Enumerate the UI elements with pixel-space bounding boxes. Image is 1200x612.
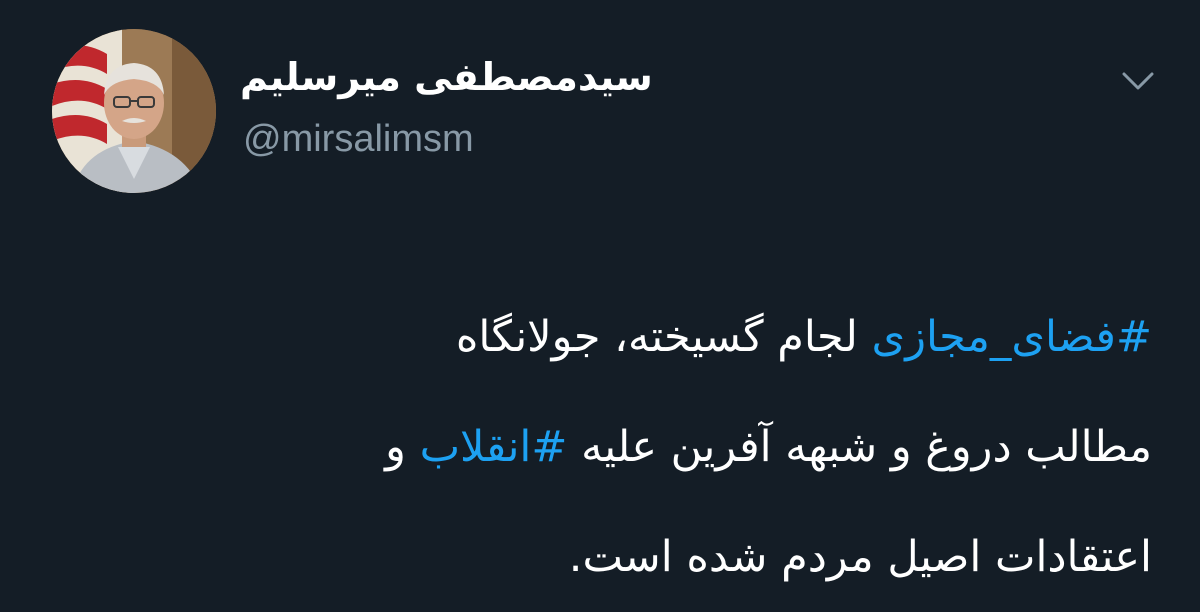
author-handle[interactable]: @mirsalimsm (243, 120, 474, 158)
author-avatar[interactable] (52, 29, 216, 193)
avatar-image (52, 29, 216, 193)
tweet-text-segment: اعتقادات اصیل مردم شده است. (568, 532, 1152, 582)
hashtag-link[interactable]: #انقلاب (420, 422, 568, 472)
tweet-line-3: اعتقادات اصیل مردم شده است. (142, 502, 1152, 612)
tweet-text-segment: مطالب دروغ و شبهه آفرین علیه (567, 422, 1152, 472)
chevron-down-icon[interactable] (1118, 66, 1158, 96)
author-display-name[interactable]: سیدمصطفی میرسلیم (240, 58, 653, 96)
tweet-text: #فضای_مجازی لجام گسیخته، جولانگاه مطالب … (142, 282, 1152, 612)
hashtag-link[interactable]: #فضای_مجازی (872, 312, 1152, 362)
tweet-text-segment: لجام گسیخته، جولانگاه (455, 312, 872, 362)
tweet-text-segment: و (385, 422, 420, 472)
tweet-card: سیدمصطفی میرسلیم @mirsalimsm #فضای_مجازی… (0, 0, 1200, 591)
tweet-line-1: #فضای_مجازی لجام گسیخته، جولانگاه (142, 282, 1152, 392)
tweet-line-2: مطالب دروغ و شبهه آفرین علیه #انقلاب و (142, 392, 1152, 502)
